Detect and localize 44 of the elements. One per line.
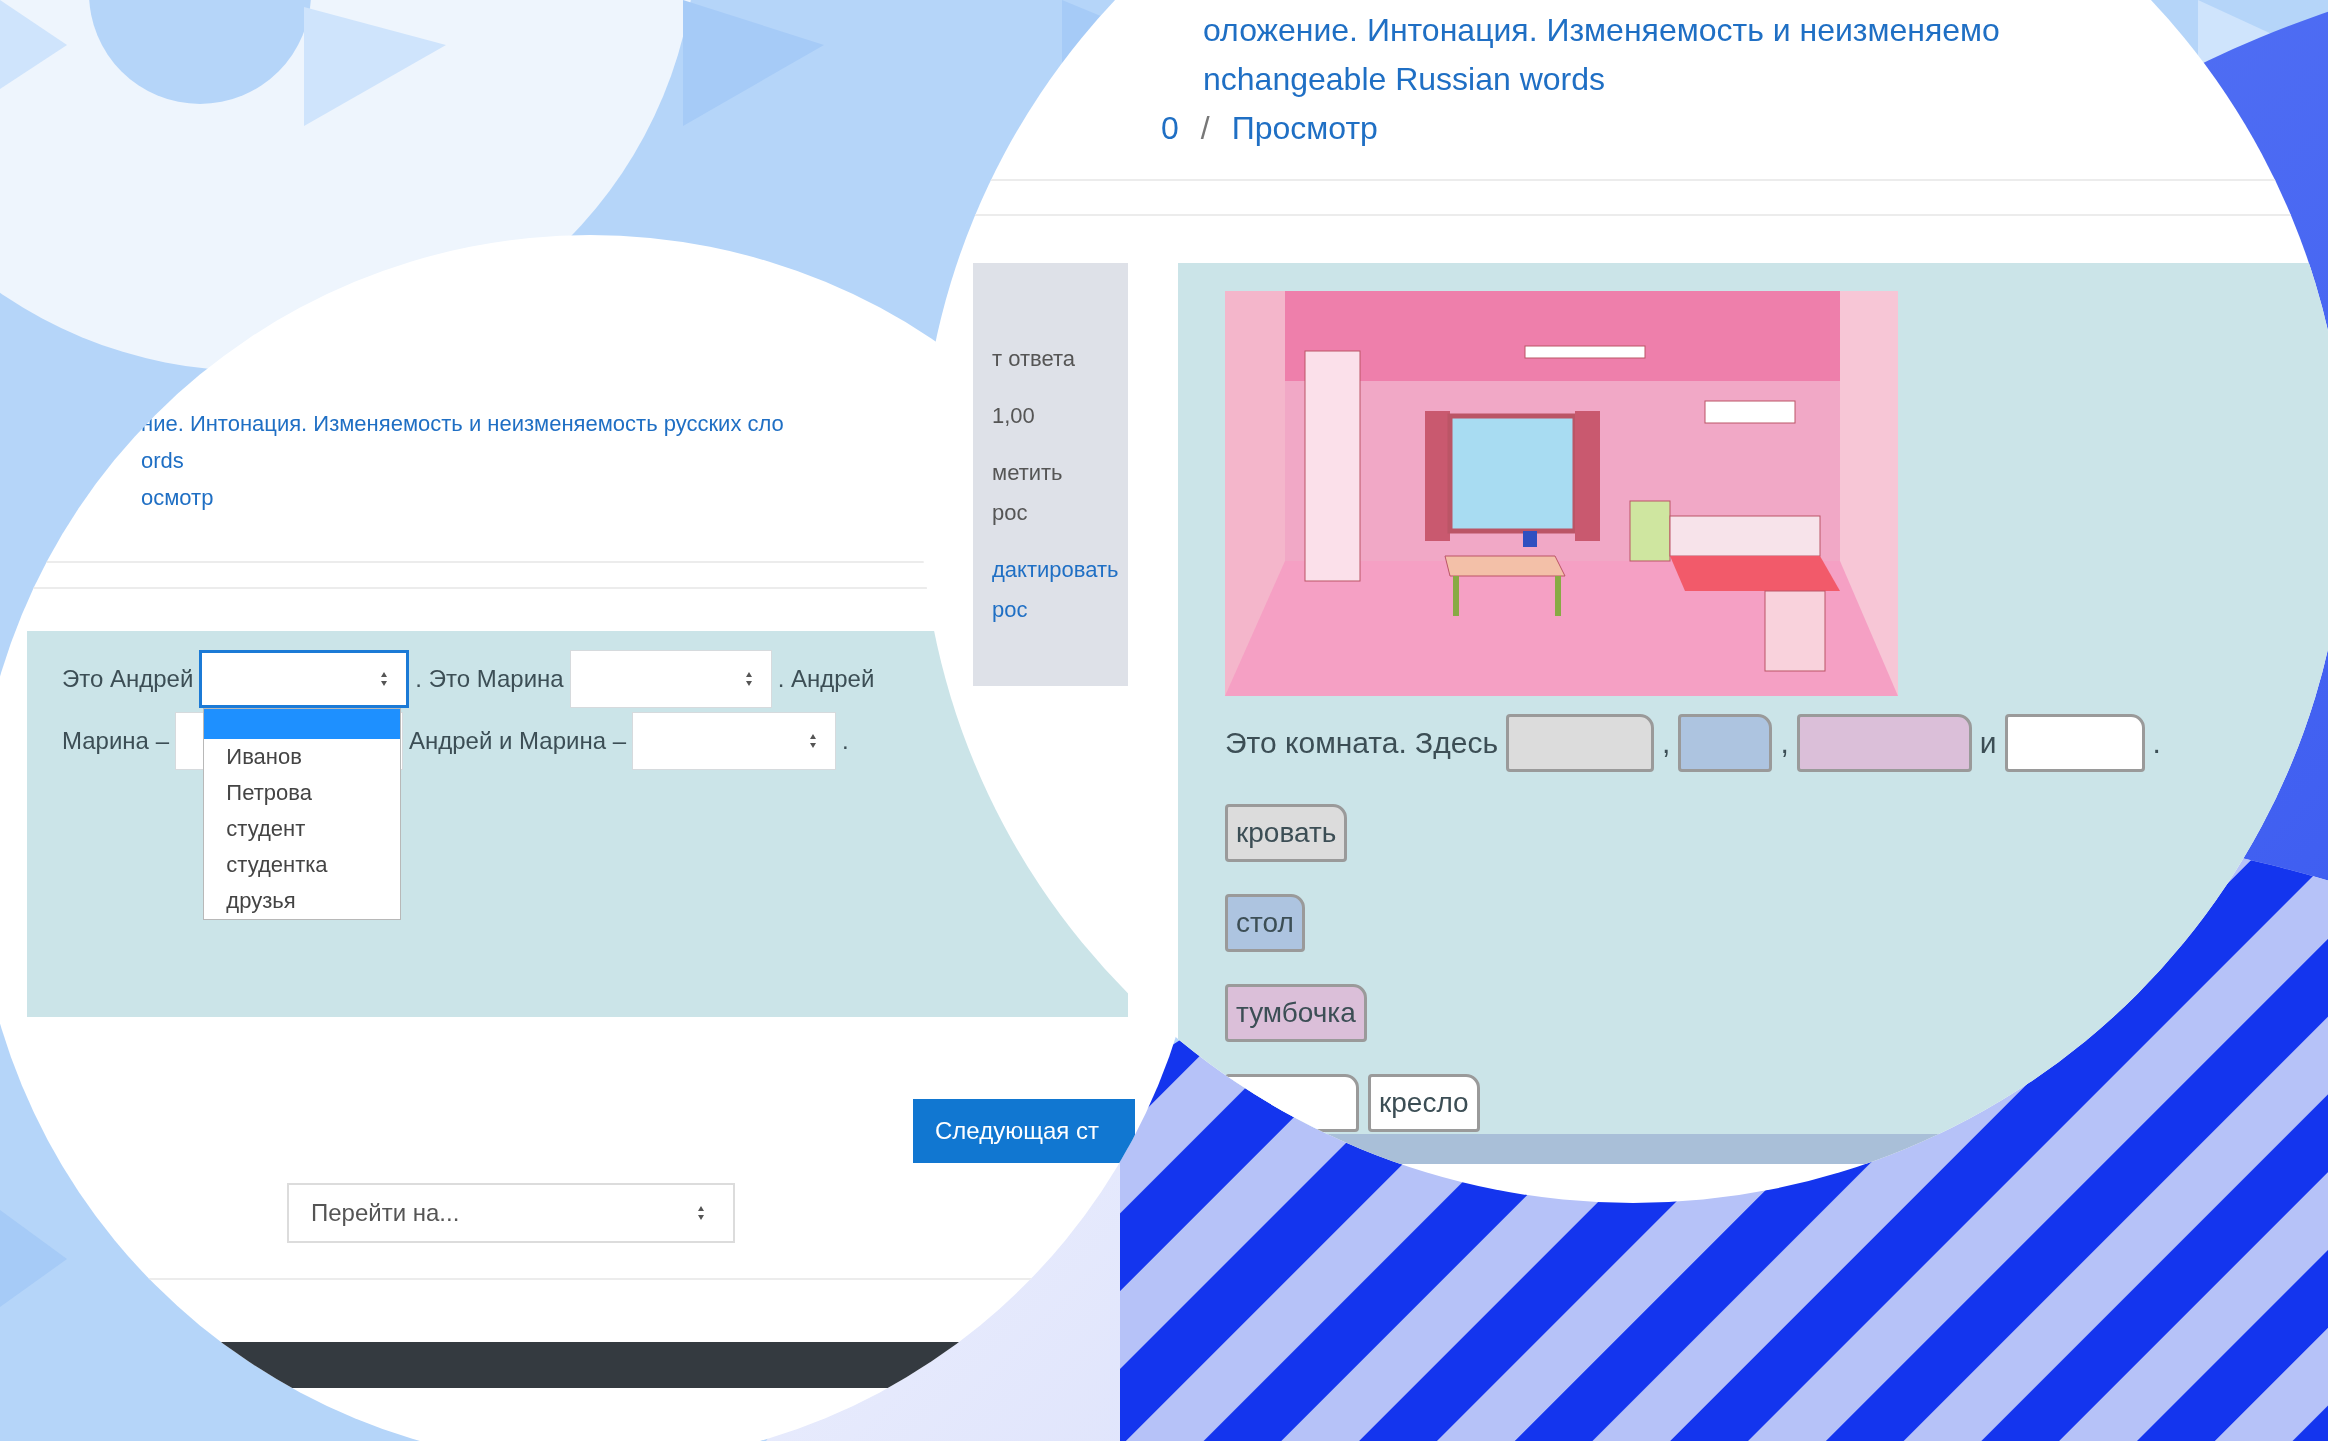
question-text: , <box>1780 726 1789 760</box>
breadcrumb-link[interactable]: nchangeable Russian words <box>1203 55 1606 104</box>
question-text: . <box>842 727 849 755</box>
next-page-button[interactable]: Следующая ст <box>913 1099 1135 1163</box>
question-text: Это комната. Здесь <box>1225 726 1499 760</box>
drop-zone[interactable] <box>1678 714 1773 772</box>
dropdown-option[interactable]: студентка <box>204 847 401 883</box>
answer-select[interactable] <box>199 650 410 708</box>
dropdown-option[interactable]: друзья <box>204 883 401 919</box>
dropdown-option[interactable]: студент <box>204 811 401 847</box>
info-link[interactable]: рос <box>992 590 1128 630</box>
select-arrows-icon <box>809 733 818 749</box>
drag-word-tile[interactable]: тумбочка <box>1225 984 1367 1042</box>
question-text: . Андрей <box>777 665 875 693</box>
info-text: рос <box>992 499 1029 527</box>
drop-zone[interactable] <box>1796 714 1972 772</box>
jump-to-select[interactable]: Перейти на... <box>287 1183 735 1243</box>
breadcrumb-link[interactable]: оложение. Интонация. Изменяемость и неизменяемо <box>1203 6 2000 55</box>
breadcrumb-link[interactable]: 0 <box>1161 104 1179 153</box>
select-arrows-icon <box>380 671 389 687</box>
question-text: Марина – <box>62 727 169 755</box>
question-text: Андрей и Марина – <box>409 727 627 755</box>
drop-zone[interactable] <box>1506 714 1655 772</box>
select-arrows-icon <box>744 671 753 687</box>
question-text: . Это Марина <box>415 665 564 693</box>
dropdown-option[interactable]: Иванов <box>204 739 401 775</box>
question-text: Это Андрей <box>62 665 194 693</box>
info-text: 1,00 <box>992 402 1036 430</box>
select-arrows-icon <box>697 1205 705 1221</box>
breadcrumb-separator: / <box>1200 109 1210 148</box>
breadcrumb-link[interactable]: осмотр <box>141 479 214 516</box>
info-text: метить <box>992 459 1064 487</box>
breadcrumb-link[interactable]: Просмотр <box>1231 104 1378 153</box>
drag-word-tile[interactable]: кресло <box>1368 1074 1480 1132</box>
drag-word-tile[interactable]: кровать <box>1225 804 1348 862</box>
question-text: , <box>1662 726 1671 760</box>
breadcrumb-link[interactable]: ords <box>141 442 184 479</box>
info-link[interactable]: дактировать <box>992 550 1128 590</box>
drag-word-tile[interactable]: стол <box>1225 894 1305 952</box>
question-text: и <box>1979 726 1997 760</box>
dropdown-option[interactable]: Петрова <box>204 775 401 811</box>
drop-zone[interactable] <box>2004 714 2145 772</box>
question-text: . <box>2152 726 2161 760</box>
info-text: т ответа <box>992 345 1077 373</box>
